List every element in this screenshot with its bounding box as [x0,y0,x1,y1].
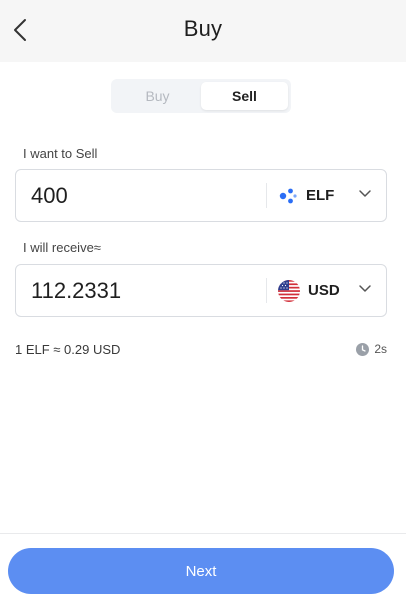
next-button[interactable]: Next [8,548,394,594]
receive-currency-select[interactable]: USD [278,265,386,316]
sell-currency-select[interactable]: ELF [278,170,386,221]
elf-token-icon [279,188,297,203]
receive-amount-input[interactable] [31,265,261,316]
us-flag-icon [278,279,300,302]
receive-amount-field: USD [15,264,387,317]
page-title: Buy [183,16,223,41]
chevron-down-icon [359,190,371,197]
sell-amount-label: I want to Sell [23,146,98,161]
clock-icon [356,342,370,356]
field-divider [266,278,267,303]
buy-sell-toggle: Buy Sell [111,79,291,113]
timer-value: 2s [374,342,387,356]
tab-sell[interactable]: Sell [201,82,288,110]
footer-divider [0,533,406,534]
receive-currency-code: USD [308,282,340,299]
tab-buy[interactable]: Buy [114,82,201,110]
sell-amount-field: ELF [15,169,387,222]
receive-amount-label: I will receive≈ [23,240,101,255]
chevron-down-icon [359,285,371,292]
sell-amount-input[interactable] [31,170,261,221]
exchange-rate: 1 ELF ≈ 0.29 USD [15,342,121,357]
rate-refresh-timer: 2s [356,342,387,356]
field-divider [266,183,267,208]
header: Buy [0,0,406,62]
sell-currency-code: ELF [306,187,335,204]
